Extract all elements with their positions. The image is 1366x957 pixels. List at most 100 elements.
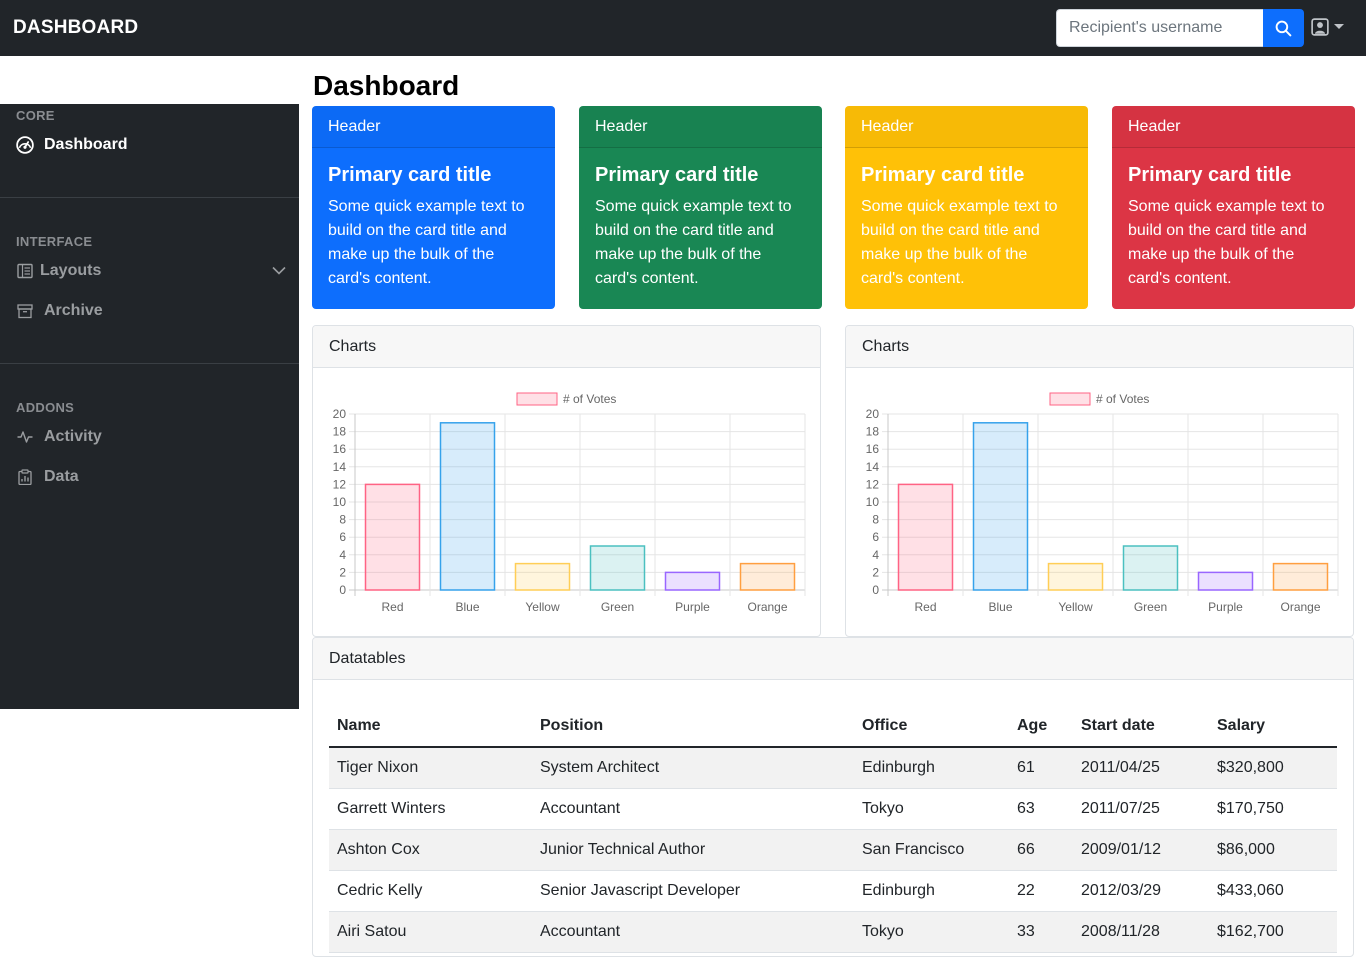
column-header-name[interactable]: Name [329, 706, 532, 748]
archive-icon [16, 302, 34, 320]
cell-start-date: 2011/04/25 [1073, 747, 1209, 789]
sidebar-item-activity[interactable]: Activity [16, 425, 286, 449]
sidebar-heading-interface: INTERFACE [16, 234, 93, 249]
card-header: Header [579, 106, 822, 148]
search-button[interactable] [1263, 9, 1304, 47]
cell-salary: $162,700 [1209, 911, 1337, 953]
table-header-row: Name Position Office Age Start date Sala… [329, 706, 1337, 748]
bar-yellow [514, 562, 571, 591]
sidebar-item-label: Dashboard [44, 136, 128, 153]
chart-legend: # of Votes [1049, 392, 1149, 406]
card-header: Header [845, 106, 1088, 148]
bar-blue [439, 422, 496, 591]
column-header-salary[interactable]: Salary [1209, 706, 1337, 748]
primary-card-blue: Header Primary card title Some quick exa… [312, 106, 555, 309]
y-tick-label: 2 [872, 565, 879, 579]
y-tick-label: 8 [872, 513, 879, 527]
user-dropdown[interactable] [1311, 18, 1344, 36]
x-tick-label: Purple [675, 600, 710, 614]
y-tick-label: 10 [866, 495, 880, 509]
y-tick-label: 20 [333, 407, 347, 421]
table-row: Airi Satou Accountant Tokyo 33 2008/11/2… [329, 911, 1337, 953]
search-form [1056, 9, 1304, 47]
cell-name: Garrett Winters [329, 788, 532, 830]
x-tick-label: Purple [1208, 600, 1243, 614]
sidebar-item-dashboard[interactable]: Dashboard [16, 133, 286, 157]
primary-card-red: Header Primary card title Some quick exa… [1112, 106, 1355, 309]
top-navbar: DASHBOARD [0, 0, 1366, 56]
sidebar-divider [0, 197, 299, 198]
column-header-position[interactable]: Position [532, 706, 854, 748]
y-tick-label: 8 [339, 513, 346, 527]
y-tick-label: 10 [333, 495, 347, 509]
clipboard-data-icon [16, 468, 34, 486]
table-row: Cedric Kelly Senior Javascript Developer… [329, 870, 1337, 912]
bar-orange [739, 562, 796, 591]
card-title: Primary card title [595, 164, 759, 186]
table-row: Ashton Cox Junior Technical Author San F… [329, 829, 1337, 871]
cell-start-date: 2009/01/12 [1073, 829, 1209, 871]
legend-swatch [1049, 392, 1091, 406]
panel-header: Datatables [313, 638, 1353, 680]
column-header-age[interactable]: Age [1009, 706, 1073, 748]
panel-header: Charts [846, 326, 1353, 368]
bar-orange [1272, 562, 1329, 591]
bar-green [1122, 545, 1179, 591]
search-input[interactable] [1056, 9, 1263, 47]
sidebar-item-data[interactable]: Data [16, 465, 286, 489]
y-tick-label: 4 [872, 548, 879, 562]
cell-position: Senior Javascript Developer [532, 870, 854, 912]
cell-office: Edinburgh [854, 870, 1009, 912]
chart-panel-right: Charts # of Votes 0 2 4 6 8 10 12 14 16 18 20 Red Blu… [845, 325, 1354, 637]
y-tick-label: 0 [339, 583, 346, 597]
activity-icon [16, 428, 34, 446]
search-icon [1275, 20, 1292, 36]
page-title: Dashboard [313, 70, 460, 101]
cell-salary: $170,750 [1209, 788, 1337, 830]
x-tick-label: Yellow [525, 600, 560, 614]
x-tick-label: Orange [1280, 600, 1320, 614]
cell-age: 61 [1009, 747, 1073, 789]
x-tick-label: Orange [747, 600, 787, 614]
cell-office: San Francisco [854, 829, 1009, 871]
x-tick-label: Green [601, 600, 634, 614]
x-tick-label: Blue [455, 600, 479, 614]
y-tick-label: 6 [339, 530, 346, 544]
cell-office: Edinburgh [854, 747, 1009, 789]
sidebar-item-archive[interactable]: Archive [16, 299, 286, 323]
y-tick-label: 6 [872, 530, 879, 544]
chart-panel-left: Charts # of Votes 0 2 4 6 8 10 12 14 16 18 20 Red Blu… [312, 325, 821, 637]
user-icon [1311, 18, 1329, 36]
card-title: Primary card title [328, 164, 492, 186]
table-row: Tiger Nixon System Architect Edinburgh 6… [329, 747, 1337, 789]
x-tick-label: Blue [988, 600, 1012, 614]
bar-purple [664, 571, 721, 591]
chart-legend: # of Votes [516, 392, 616, 406]
y-tick-label: 18 [866, 425, 880, 439]
columns-icon [16, 262, 34, 280]
y-tick-label: 16 [333, 442, 347, 456]
sidebar: CORE Dashboard INTERFACE Layouts Archive… [0, 104, 299, 709]
x-tick-label: Red [914, 600, 936, 614]
bar-yellow [1047, 562, 1104, 591]
table-row: Garrett Winters Accountant Tokyo 63 2011… [329, 788, 1337, 830]
brand-logo[interactable]: DASHBOARD [13, 17, 138, 39]
cell-age: 63 [1009, 788, 1073, 830]
cell-age: 22 [1009, 870, 1073, 912]
cell-office: Tokyo [854, 788, 1009, 830]
card-header: Header [1112, 106, 1355, 148]
cell-start-date: 2011/07/25 [1073, 788, 1209, 830]
column-header-office[interactable]: Office [854, 706, 1009, 748]
cell-name: Cedric Kelly [329, 870, 532, 912]
y-tick-label: 2 [339, 565, 346, 579]
x-tick-label: Red [381, 600, 403, 614]
legend-label: # of Votes [563, 392, 616, 406]
column-header-start-date[interactable]: Start date [1073, 706, 1209, 748]
datatable-panel: Datatables Name Position Office Age Star… [312, 637, 1354, 957]
card-title: Primary card title [1128, 164, 1292, 186]
cell-name: Airi Satou [329, 911, 532, 953]
bar-green [589, 545, 646, 591]
y-tick-label: 14 [333, 460, 347, 474]
sidebar-item-layouts[interactable]: Layouts [16, 259, 286, 283]
bar-blue [972, 422, 1029, 591]
